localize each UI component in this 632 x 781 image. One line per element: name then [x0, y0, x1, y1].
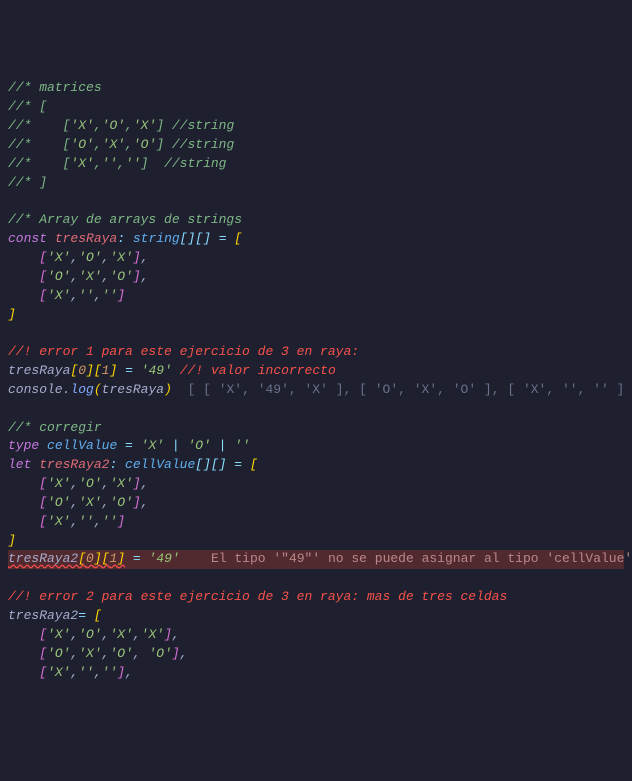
code-line: type cellValue = 'X' | 'O' | '' [8, 438, 250, 453]
code-editor[interactable]: //* matrices //* [ //* ['X','O','X'] //s… [0, 75, 632, 686]
error-message: El tipo '"49"' no se puede asignar al ti… [211, 551, 632, 566]
code-line: ['O','X','O', 'O'], [8, 646, 188, 661]
code-line: ['O','X','O'], [8, 269, 149, 284]
comment: //* ['O','X','O'] //string [8, 137, 234, 152]
comment: //* ['X','O','X'] //string [8, 118, 234, 133]
code-line: const tresRaya: string[][] = [ [8, 231, 242, 246]
comment-error: //! error 1 para este ejercicio de 3 en … [8, 344, 359, 359]
comment: //* [ [8, 99, 47, 114]
error-line: tresRaya2[0][1] = '49' El tipo '"49"' no… [8, 550, 624, 569]
code-line: ['X','',''] [8, 288, 125, 303]
code-line: ] [8, 533, 16, 548]
code-line: ] [8, 307, 16, 322]
comment: //* ['X','',''] //string [8, 156, 227, 171]
code-line: ['X','',''], [8, 665, 133, 680]
code-line: tresRaya[0][1] = '49' //! valor incorrec… [8, 363, 336, 378]
code-line: ['X','O','X','X'], [8, 627, 180, 642]
comment: //* ] [8, 175, 47, 190]
comment: //* corregir [8, 420, 102, 435]
code-line: ['O','X','O'], [8, 495, 149, 510]
code-line: ['X','',''] [8, 514, 125, 529]
comment-error: //! error 2 para este ejercicio de 3 en … [8, 589, 507, 604]
code-line: let tresRaya2: cellValue[][] = [ [8, 457, 258, 472]
comment: //* matrices [8, 80, 102, 95]
code-line: tresRaya2= [ [8, 608, 102, 623]
code-line: console.log(tresRaya) [ [ 'X', '49', 'X'… [8, 382, 632, 397]
code-line: ['X','O','X'], [8, 476, 149, 491]
comment: //* Array de arrays de strings [8, 212, 242, 227]
code-line: ['X','O','X'], [8, 250, 149, 265]
